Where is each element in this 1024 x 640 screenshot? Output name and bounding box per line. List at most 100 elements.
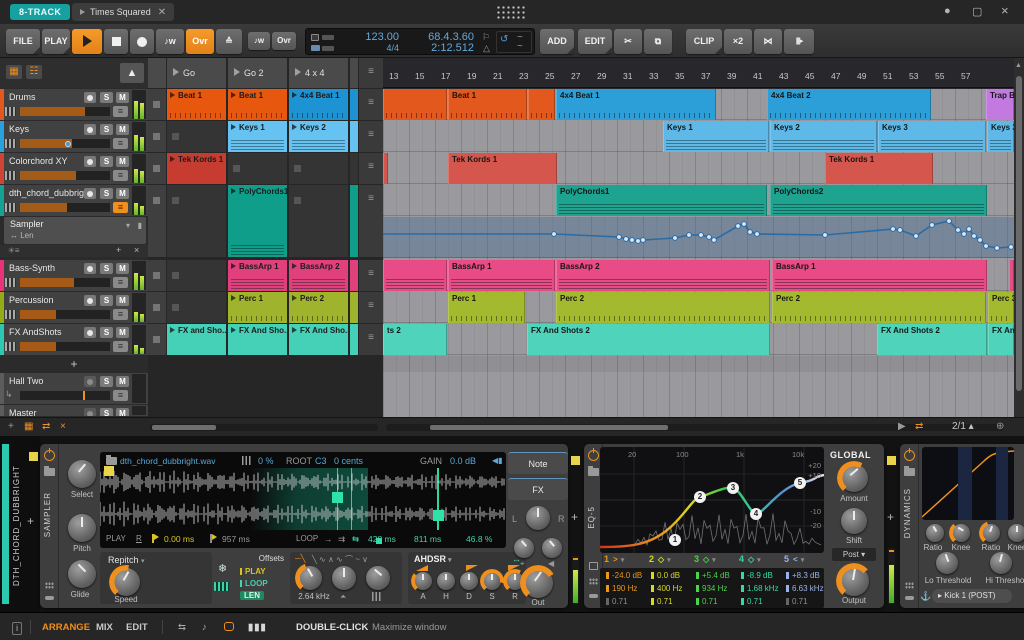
scene-cell-menu[interactable]: ≡: [359, 292, 383, 323]
arranger-clip[interactable]: Perc 1: [448, 292, 525, 323]
volume-slider[interactable]: [20, 171, 110, 180]
arranger-clip[interactable]: 4x4 Beat 1: [556, 89, 716, 120]
clip-slot[interactable]: Beat 1: [167, 89, 226, 120]
record-arm-button[interactable]: [84, 263, 96, 274]
reverse-toggle[interactable]: R: [136, 534, 142, 543]
loop-start-handle[interactable]: [332, 492, 343, 503]
dyn-select-marker[interactable]: [887, 456, 896, 465]
arranger-track-lane[interactable]: Perc 1Perc 2Perc 2Perc 3: [383, 292, 1014, 323]
add-device-icon-2[interactable]: +: [887, 510, 894, 524]
arranger-track-lane[interactable]: BassArp 1BassArp 2BassArp 1: [383, 260, 1014, 291]
note-io-icon[interactable]: ♪: [202, 622, 207, 633]
arranger-clip[interactable]: Keys 2: [770, 121, 877, 152]
scene-cell-menu[interactable]: ≡: [359, 153, 383, 184]
track-menu-button[interactable]: ≡: [113, 390, 128, 401]
filter-env-knob[interactable]: [366, 566, 390, 590]
eq-output-knob[interactable]: [839, 566, 869, 596]
filter-shape-icons[interactable]: ╲ ∿ ∧ ∿ ⌒ ~ ∨: [312, 554, 368, 565]
list-view-icon[interactable]: ☷: [26, 65, 42, 79]
pin-icon[interactable]: ⊕: [996, 421, 1004, 432]
eq-gain-value[interactable]: +8.3 dB: [784, 569, 829, 582]
sample-percent[interactable]: 0 %: [258, 456, 274, 466]
out-knob[interactable]: [523, 568, 553, 598]
track-menu-button[interactable]: ≡: [113, 277, 128, 288]
track-row[interactable]: KeysSM≡: [0, 121, 148, 152]
dyn-knee-knob-1[interactable]: [952, 524, 970, 542]
dyn-grid-icon[interactable]: [905, 582, 914, 589]
eq-band-handle[interactable]: 1: [669, 534, 681, 546]
scene-cell-menu[interactable]: ≡: [359, 89, 383, 120]
track-menu-button[interactable]: ≡: [113, 138, 128, 149]
eq-band-selector[interactable]: 4◇▾: [739, 554, 761, 564]
fx-tab[interactable]: FX: [508, 478, 568, 500]
window-dot-icon[interactable]: ●: [944, 5, 951, 17]
cut-button[interactable]: ✂: [614, 29, 642, 54]
velocity-knob[interactable]: [514, 538, 534, 558]
mute-button[interactable]: M: [116, 295, 129, 306]
mute-button[interactable]: M: [116, 156, 129, 167]
eq-preset-folder-icon[interactable]: [588, 468, 599, 476]
loop-on-icon[interactable]: ⇉: [338, 534, 345, 545]
dropdown-icon[interactable]: ▾: [126, 221, 130, 230]
clip-slot[interactable]: [289, 185, 348, 257]
eq-gain-value[interactable]: -24.0 dB: [604, 569, 649, 582]
keyboard-zones-icon[interactable]: [214, 582, 229, 591]
clip-slot[interactable]: Beat 1: [228, 89, 287, 120]
lo-threshold-knob[interactable]: [936, 552, 958, 574]
vertical-scroll-thumb[interactable]: [1016, 76, 1022, 391]
note-tab[interactable]: Note: [508, 452, 568, 474]
cents-value[interactable]: 0 cents: [334, 456, 363, 466]
volume-slider[interactable]: [20, 139, 110, 148]
clip-slot[interactable]: [167, 121, 226, 152]
play-button[interactable]: [72, 29, 102, 54]
scene-menu-header[interactable]: ≡: [359, 58, 383, 88]
clip-stop-cell[interactable]: [148, 121, 166, 152]
clip-menu-button[interactable]: CLIP: [686, 29, 722, 54]
write-automation-button[interactable]: ♪w: [156, 29, 184, 54]
clip-slot[interactable]: Tek Kords 1: [167, 153, 226, 184]
playhead-follow-icon[interactable]: ▶: [898, 421, 906, 432]
eq-band-selector[interactable]: 3◇▾: [694, 554, 716, 564]
root-note-value[interactable]: C3: [315, 456, 327, 466]
swing-icon[interactable]: [311, 45, 320, 51]
mute-button[interactable]: M: [116, 408, 129, 416]
mute-button[interactable]: M: [116, 92, 129, 103]
effect-track-row[interactable]: Hall TwoSM↳≡: [0, 373, 148, 404]
env-a-knob[interactable]: [414, 572, 432, 590]
arranger-track-lane[interactable]: ts 2FX And Shots 2FX And Shots 2FX And: [383, 324, 1014, 355]
solo-button[interactable]: S: [100, 263, 113, 274]
arranger-track-lane[interactable]: Beat 14x4 Beat 14x4 Beat 2Trap B: [383, 89, 1014, 120]
add-menu-button[interactable]: ADD: [540, 29, 574, 54]
track-menu-button[interactable]: ≡: [113, 309, 128, 320]
star-icon[interactable]: ✳≡: [8, 246, 19, 255]
eq-band-selector[interactable]: 1>▾: [604, 554, 624, 564]
pin-small-icon[interactable]: ▮: [138, 221, 142, 230]
grid-view-icon[interactable]: ▦: [6, 65, 22, 79]
envelope-type-select[interactable]: AHDSR ▾: [414, 554, 451, 564]
reverse-button[interactable]: ⋈: [754, 29, 782, 54]
record-arm-button[interactable]: [84, 156, 96, 167]
eq-q-value[interactable]: 0.71: [784, 595, 829, 608]
dyn-preset-folder-icon[interactable]: [904, 468, 915, 476]
eq-shift-knob[interactable]: [841, 508, 867, 534]
loop-pingpong-icon[interactable]: ⇆: [352, 534, 359, 545]
arranger-clip[interactable]: [383, 153, 388, 184]
stop-button[interactable]: [104, 29, 128, 54]
clip-stop-cell[interactable]: [148, 324, 166, 355]
playback-mode-select[interactable]: Repitch ▾: [108, 555, 145, 565]
arranger-clip[interactable]: FX And Shots 2: [877, 324, 987, 355]
arranger-clip[interactable]: Perc 2: [556, 292, 770, 323]
arranger-clip[interactable]: PolyChords2: [770, 185, 987, 216]
clip-slot[interactable]: Keys 1: [228, 121, 287, 152]
dynamics-transfer-graph[interactable]: [922, 447, 1014, 520]
info-icon[interactable]: i: [12, 622, 22, 635]
play-end-value[interactable]: 957 ms: [222, 534, 250, 544]
preset-folder-icon[interactable]: [44, 468, 55, 476]
eq-select-marker[interactable]: [571, 456, 580, 465]
solo-button[interactable]: S: [100, 156, 113, 167]
mute-button[interactable]: M: [116, 188, 129, 199]
pan-knob[interactable]: [526, 506, 550, 530]
solo-button[interactable]: S: [100, 92, 113, 103]
eq-graph[interactable]: 12345201001k10k+20+10-10-20: [600, 447, 824, 553]
eq-freq-value[interactable]: 934 Hz: [694, 582, 739, 595]
